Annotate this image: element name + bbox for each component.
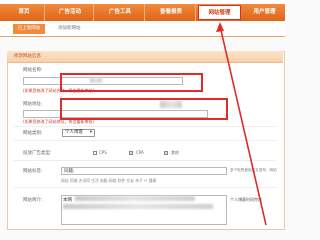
nav-ad-campaigns[interactable]: 广告活动	[47, 4, 94, 21]
panel-title: 修改网站信息	[14, 54, 41, 59]
site-tags-hint: 多个标签使用英文逗号，网站	[230, 168, 277, 172]
divider	[14, 140, 276, 141]
subtab-add-site[interactable]: 添加新网站	[58, 24, 81, 34]
ad-type-cpa-checkbox[interactable]	[129, 151, 133, 155]
subtab-listed-sites[interactable]: 已上架网站	[13, 24, 45, 34]
nav-user-management[interactable]: 用户管理	[244, 4, 285, 21]
chevron-down-icon: ▾	[89, 130, 92, 135]
site-type-select[interactable]: 个人博客 ▾	[62, 129, 95, 137]
nav-ad-tools[interactable]: 广告工具	[96, 4, 145, 21]
ad-type-label: 投放广告类型:	[23, 151, 52, 156]
divider	[14, 187, 276, 188]
site-tag-suggestions[interactable]: 网站 同城 名词同 生活 电脑 网络 软件 交友 亲子 IT 健康	[61, 178, 156, 184]
nav-reports[interactable]: 查看报表	[147, 4, 196, 21]
ad-type-other-label: 其他	[171, 150, 179, 155]
ad-type-cps-checkbox[interactable]	[93, 151, 97, 155]
divider	[14, 160, 276, 161]
site-intro-redacted-2	[63, 204, 213, 209]
ad-type-other-checkbox[interactable]	[164, 151, 168, 155]
ad-type-cpa-label: CPA	[136, 150, 144, 155]
site-type-value: 个人博客	[65, 130, 83, 135]
nav-site-management[interactable]: 网站管理	[198, 5, 241, 20]
site-name-label: 网站名称:	[23, 68, 43, 73]
site-intro-hint: 个人博客时间完成	[230, 197, 262, 202]
site-tags-label: 网站标签:	[23, 169, 43, 174]
divider	[14, 126, 276, 127]
site-name-highlight	[60, 73, 203, 92]
nav-home[interactable]: 首页	[4, 4, 45, 21]
site-url-label: 网站地址:	[23, 102, 43, 107]
site-type-label: 网站类别:	[23, 131, 43, 136]
site-url-highlight	[60, 98, 228, 120]
ad-type-cps-label: CPS	[99, 150, 107, 155]
site-intro-label: 网站简介:	[23, 198, 43, 203]
site-intro-text: 本网	[63, 198, 72, 203]
panel-header	[7, 51, 283, 63]
site-tags-input[interactable]: 同趣,	[61, 167, 227, 175]
site-intro-redacted	[75, 196, 195, 201]
